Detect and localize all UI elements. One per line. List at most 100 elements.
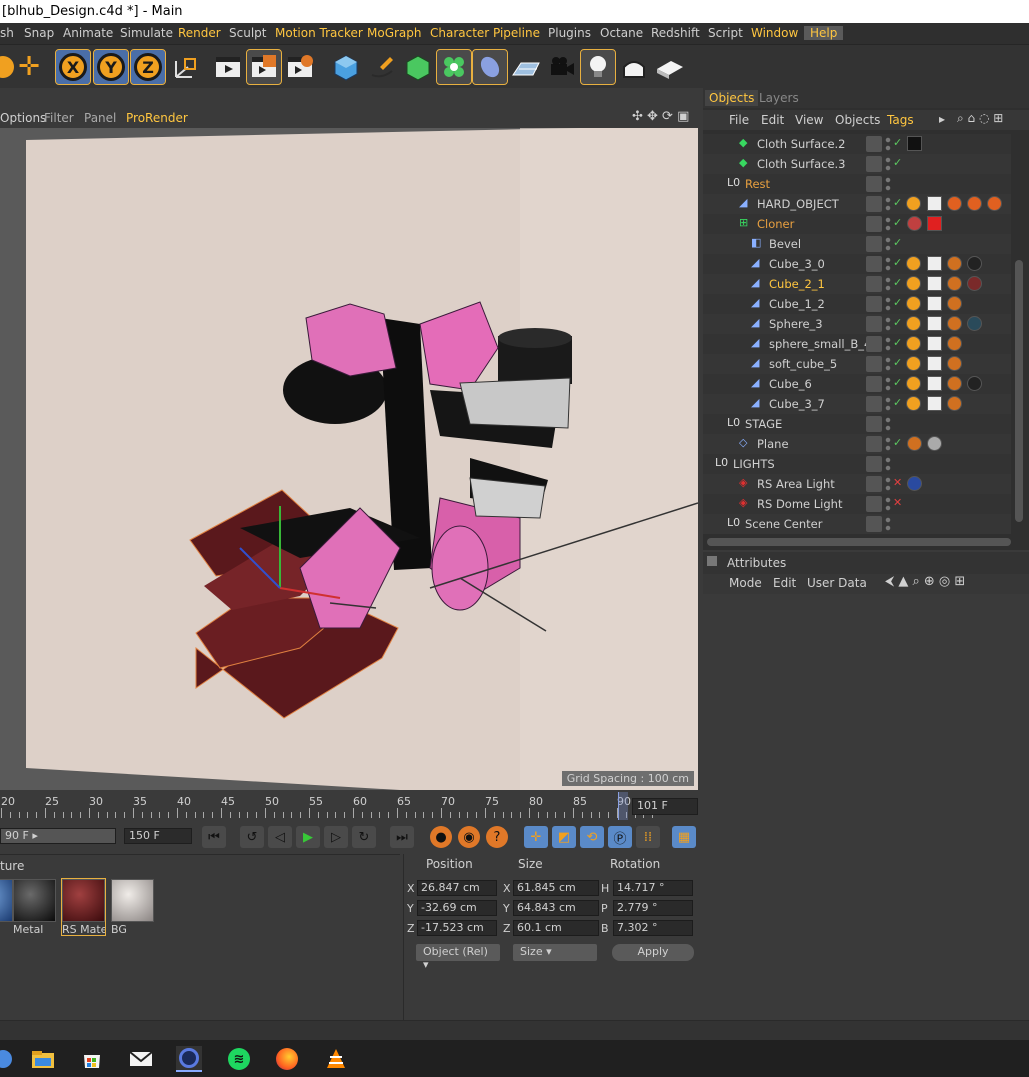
timeline-end-frame[interactable]: 101 F [632, 798, 698, 815]
object-row[interactable]: ⊞ Cloner ✓ [703, 214, 1011, 234]
enabled-check-icon[interactable]: ✓ [893, 376, 902, 389]
visibility-dots[interactable] [885, 396, 891, 412]
attr-menu-user-data[interactable]: User Data [807, 576, 867, 590]
viewport-menu-filter[interactable]: Filter [44, 111, 74, 125]
object-tag-icon[interactable] [947, 256, 962, 271]
attr-menu-mode[interactable]: Mode [729, 576, 762, 590]
pen-spline-icon[interactable] [365, 50, 399, 84]
coordinate-mode-dropdown[interactable]: Object (Rel) ▾ [416, 944, 500, 971]
obj-search-icon[interactable]: ⌕ ⌂ ◌ ⊞ [957, 111, 1003, 126]
file-explorer-icon[interactable] [30, 1046, 56, 1072]
layer-toggle[interactable] [866, 356, 882, 372]
layer-toggle[interactable] [866, 156, 882, 172]
position-y-field[interactable]: -32.69 cm [417, 900, 497, 916]
enabled-check-icon[interactable]: ✓ [893, 316, 902, 329]
viewport-menu-prorender[interactable]: ProRender [126, 111, 188, 125]
menu-item-redshift[interactable]: Redshift [651, 26, 700, 40]
floor-icon[interactable] [509, 50, 543, 84]
goto-start-button[interactable]: ⏮ [202, 826, 226, 848]
obj-menu-file[interactable]: File [729, 113, 749, 127]
viewport-menu-options[interactable]: Options [0, 111, 46, 125]
material-swatch-bg[interactable]: BG [111, 879, 154, 936]
object-tag-icon[interactable] [947, 276, 962, 291]
record-scale-button[interactable]: ◩ [552, 826, 576, 848]
object-tag-icon[interactable] [967, 276, 982, 291]
enabled-check-icon[interactable]: ✓ [893, 436, 902, 449]
light-icon[interactable] [580, 49, 616, 85]
layer-toggle[interactable] [866, 256, 882, 272]
3d-viewport[interactable]: Grid Spacing : 100 cm [0, 128, 698, 790]
enabled-check-icon[interactable]: ✓ [893, 396, 902, 409]
render-view-icon[interactable] [211, 50, 245, 84]
object-tag-icon[interactable] [987, 196, 1002, 211]
move-tool-icon[interactable]: ✛ [12, 50, 46, 84]
obj-menu-objects[interactable]: Objects [835, 113, 880, 127]
menu-item-animate[interactable]: Animate [63, 26, 113, 40]
object-tag-icon[interactable] [927, 216, 942, 231]
menu-item-plugins[interactable]: Plugins [548, 26, 591, 40]
record-active-objects-button[interactable]: ● [430, 826, 452, 848]
disabled-x-icon[interactable]: ✕ [893, 496, 902, 509]
layer-toggle[interactable] [866, 456, 882, 472]
render-picture-viewer-icon[interactable] [246, 49, 282, 85]
record-rotation-button[interactable]: ⟲ [580, 826, 604, 848]
y-axis-lock-button[interactable]: Y [93, 49, 129, 85]
enabled-check-icon[interactable]: ✓ [893, 136, 902, 149]
play-button[interactable]: ▶ [296, 826, 320, 848]
enabled-check-icon[interactable]: ✓ [893, 216, 902, 229]
rotation-p-field[interactable]: 2.779 ° [613, 900, 693, 916]
object-tag-icon[interactable] [967, 376, 982, 391]
visibility-dots[interactable] [885, 496, 891, 512]
disabled-x-icon[interactable]: ✕ [893, 476, 902, 489]
object-row[interactable]: ◧ Bevel ✓ [703, 234, 1011, 254]
object-tag-icon[interactable] [927, 296, 942, 311]
object-tag-icon[interactable] [906, 256, 921, 271]
record-pla-button[interactable]: ⁞⁞ [636, 826, 660, 848]
object-tag-icon[interactable] [947, 336, 962, 351]
material-swatch-0[interactable] [0, 879, 13, 935]
object-row[interactable]: ◢ HARD_OBJECT ✓ [703, 194, 1011, 214]
object-tag-icon[interactable] [927, 276, 942, 291]
layer-toggle[interactable] [866, 296, 882, 312]
record-parameter-button[interactable]: Ⓟ [608, 826, 632, 848]
viewport-nav-icons[interactable]: ✣ ✥ ⟳ ▣ [632, 109, 689, 124]
store-icon[interactable] [79, 1046, 105, 1072]
enabled-check-icon[interactable]: ✓ [893, 276, 902, 289]
enabled-check-icon[interactable]: ✓ [893, 256, 902, 269]
obj-menu-view[interactable]: View [795, 113, 823, 127]
position-x-field[interactable]: 26.847 cm [417, 880, 497, 896]
enabled-check-icon[interactable]: ✓ [893, 196, 902, 209]
visibility-dots[interactable] [885, 156, 891, 172]
menu-item-pipeline[interactable]: Pipeline [493, 26, 540, 40]
visibility-dots[interactable] [885, 356, 891, 372]
object-tag-icon[interactable] [907, 136, 922, 151]
step-back-button[interactable]: ◁ [268, 826, 292, 848]
object-row[interactable]: ◆ Cloth Surface.3 ✓ [703, 154, 1011, 174]
visibility-dots[interactable] [885, 516, 891, 532]
object-row[interactable]: L0 Rest [703, 174, 1011, 194]
object-tag-icon[interactable] [927, 316, 942, 331]
layer-toggle[interactable] [866, 136, 882, 152]
object-tag-icon[interactable] [927, 396, 942, 411]
object-tag-icon[interactable] [947, 396, 962, 411]
object-tag-icon[interactable] [906, 376, 921, 391]
visibility-dots[interactable] [885, 216, 891, 232]
coordinate-system-icon[interactable] [167, 50, 201, 84]
object-tag-icon[interactable] [947, 356, 962, 371]
object-tag-icon[interactable] [907, 216, 922, 231]
obj-menu-tags[interactable]: Tags [887, 113, 914, 127]
vlc-icon[interactable] [323, 1046, 349, 1072]
menu-item-motion-tracker[interactable]: Motion Tracker [275, 26, 363, 40]
timeline-button[interactable]: ▦ [672, 826, 696, 848]
object-tag-icon[interactable] [967, 256, 982, 271]
object-row[interactable]: ◢ Sphere_3 ✓ [703, 314, 1011, 334]
camera-icon[interactable] [545, 50, 579, 84]
subdivision-surface-icon[interactable] [401, 50, 435, 84]
render-settings-icon[interactable] [283, 50, 317, 84]
object-row[interactable]: L0 STAGE [703, 414, 1011, 434]
object-row[interactable]: ◢ Cube_3_0 ✓ [703, 254, 1011, 274]
x-axis-lock-button[interactable]: X [55, 49, 91, 85]
deformer-icon[interactable] [472, 49, 508, 85]
object-tag-icon[interactable] [907, 436, 922, 451]
object-row[interactable]: ◢ Cube_1_2 ✓ [703, 294, 1011, 314]
